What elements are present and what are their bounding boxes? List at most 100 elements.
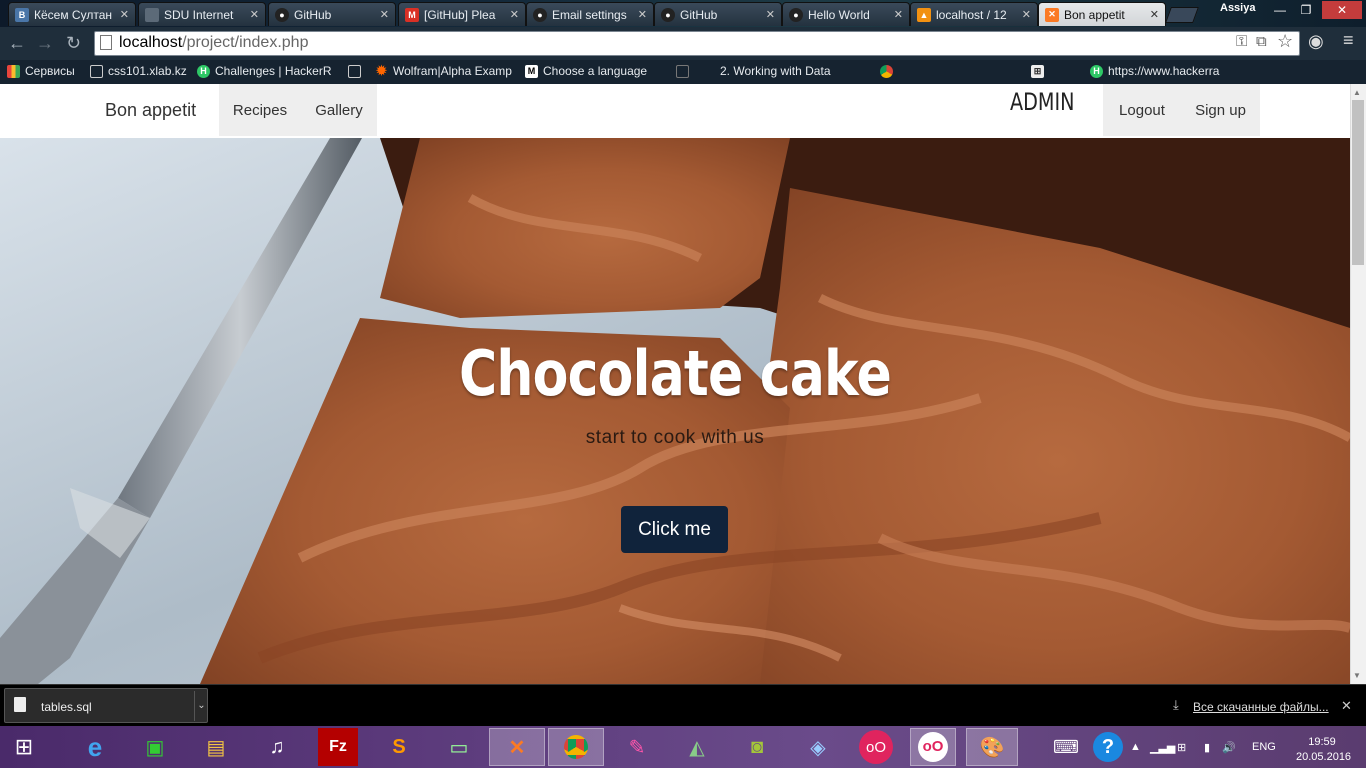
clock-time: 19:59 — [1308, 736, 1336, 748]
close-icon[interactable]: ✕ — [1150, 8, 1159, 21]
store-icon[interactable]: ▣ — [135, 728, 175, 766]
star-icon[interactable]: ☆ — [1277, 31, 1293, 52]
android-icon[interactable]: ◙ — [737, 728, 777, 766]
help-icon[interactable]: ? — [1088, 728, 1128, 766]
bookmark-grid[interactable]: ⊞ — [1031, 62, 1049, 80]
page-icon — [100, 35, 112, 50]
forward-icon[interactable]: → — [36, 33, 54, 54]
bookmark-hackerrank-2[interactable]: Hhttps://www.hackerra — [1090, 62, 1219, 80]
nav-logout[interactable]: Logout — [1103, 84, 1181, 136]
tab-hello-world[interactable]: ● Hello World ✕ — [782, 2, 910, 26]
hero-title: Chocolate cake — [459, 337, 892, 410]
volume-icon[interactable]: 🔊 — [1222, 741, 1236, 754]
bookmark-hackerrank[interactable]: H Challenges | HackerR — [197, 62, 332, 80]
extension-icon[interactable]: ◉ — [1308, 31, 1324, 52]
start-icon[interactable]: ⊞ — [4, 728, 44, 766]
tray-expand-icon[interactable]: ▲ — [1130, 741, 1141, 753]
terminal-icon[interactable]: ▭ — [439, 728, 479, 766]
close-icon[interactable]: ✕ — [894, 8, 903, 21]
nav-signup[interactable]: Sign up — [1181, 84, 1260, 136]
click-me-button[interactable]: Click me — [621, 506, 728, 553]
hackerrank-icon: H — [1090, 64, 1103, 78]
nav-gallery[interactable]: Gallery — [301, 84, 377, 136]
bookmark-wolfram[interactable]: ✹ Wolfram|Alpha Examp — [375, 62, 512, 80]
bookmark-page[interactable] — [348, 62, 366, 80]
origin-icon-2[interactable]: oO — [910, 728, 956, 766]
bookmark-label: 2. Working with Data — [720, 64, 831, 78]
github-icon: ● — [661, 7, 675, 22]
brand-link[interactable]: Bon appetit — [105, 84, 215, 136]
reload-icon[interactable]: ↻ — [66, 33, 81, 54]
close-icon[interactable]: ✕ — [638, 8, 647, 21]
paint-icon[interactable]: ✎ — [617, 728, 657, 766]
tab-bon-appetit[interactable]: ✕ Bon appetit ✕ — [1038, 2, 1166, 26]
sublime-icon[interactable]: S — [379, 728, 419, 766]
origin-icon[interactable]: oO — [859, 730, 893, 764]
bookmark-apps[interactable]: Сервисы — [7, 62, 75, 80]
xampp-icon[interactable]: ✕ — [489, 728, 545, 766]
close-icon[interactable]: ✕ — [510, 8, 519, 21]
restore-icon[interactable]: ❐ — [1296, 1, 1316, 19]
signal-icon: ▁▃▅ — [1150, 742, 1176, 754]
page-icon — [145, 7, 159, 22]
paint-palette-icon[interactable]: 🎨 — [966, 728, 1018, 766]
menu-icon[interactable]: ≡ — [1343, 30, 1354, 51]
chevron-down-icon[interactable]: ⌄ — [194, 691, 208, 721]
close-icon[interactable]: ✕ — [250, 8, 259, 21]
virtualbox-icon[interactable]: ◈ — [798, 728, 838, 766]
scroll-down-icon[interactable]: ▼ — [1353, 671, 1361, 680]
tab-github-2[interactable]: ● GitHub ✕ — [654, 2, 782, 26]
tab-label: GitHub — [680, 7, 718, 22]
clock[interactable]: 19:59 20.05.2016 — [1296, 735, 1351, 765]
language-indicator[interactable]: ENG — [1252, 741, 1276, 753]
tab-phpmyadmin[interactable]: ▲ localhost / 12 ✕ — [910, 2, 1038, 26]
windows-flag-icon[interactable]: ⊞ — [1177, 741, 1186, 754]
bookmark-label: Сервисы — [25, 64, 75, 78]
hackerrank-icon: H — [197, 64, 210, 78]
page-icon — [348, 64, 361, 78]
tab-sdu[interactable]: SDU Internet ✕ — [138, 2, 266, 26]
hero-image — [0, 138, 1350, 684]
github-icon: ● — [789, 7, 803, 22]
url-host: localhost — [119, 34, 183, 51]
scroll-up-icon[interactable]: ▲ — [1353, 88, 1361, 97]
minimize-icon[interactable]: — — [1270, 1, 1290, 19]
address-bar[interactable]: localhost/project/index.php — [94, 31, 1300, 56]
wolfram-icon: ✹ — [376, 63, 387, 78]
github-icon: ● — [533, 7, 547, 22]
back-icon[interactable]: ← — [8, 33, 26, 54]
new-tab-button[interactable] — [1165, 7, 1199, 23]
show-all-downloads-link[interactable]: Все скачанные файлы... — [1193, 700, 1329, 714]
tab-github[interactable]: ● GitHub ✕ — [268, 2, 396, 26]
window-close-icon[interactable]: ✕ — [1322, 1, 1362, 19]
bookmark-codecademy[interactable]: M Choose a language — [525, 62, 647, 80]
tab-gmail[interactable]: M [GitHub] Plea ✕ — [398, 2, 526, 26]
battery-icon[interactable]: ▮ — [1204, 741, 1210, 754]
origin-logo: oO — [918, 732, 948, 762]
ie-icon[interactable]: e — [75, 728, 115, 766]
bookmark-working-with-data[interactable]: 2. Working with Data — [676, 62, 831, 80]
bookmark-css101[interactable]: css101.xlab.kz — [90, 62, 187, 80]
close-icon[interactable]: ✕ — [380, 8, 389, 21]
tab-strip: B Кёсем Султан ✕ SDU Internet ✕ ● GitHub ✕ … — [0, 0, 1366, 27]
bookmark-chrome[interactable] — [880, 62, 898, 80]
scrollbar-thumb[interactable] — [1352, 100, 1364, 265]
filezilla-icon[interactable]: Fz — [318, 728, 358, 766]
key-icon[interactable]: ⚿ — [1236, 33, 1247, 50]
nav-recipes[interactable]: Recipes — [219, 84, 301, 136]
itunes-icon[interactable]: ♫ — [257, 728, 297, 766]
android-studio-icon[interactable]: ◭ — [677, 728, 717, 766]
chrome-icon[interactable] — [548, 728, 604, 766]
grid-icon: ⊞ — [1031, 64, 1044, 78]
profile-name[interactable]: Assiya — [1220, 2, 1255, 14]
translate-icon[interactable]: ⧉ — [1256, 33, 1267, 50]
tab-vk[interactable]: B Кёсем Султан ✕ — [8, 2, 136, 26]
close-icon[interactable]: ✕ — [120, 8, 129, 21]
tab-email-settings[interactable]: ● Email settings ✕ — [526, 2, 654, 26]
explorer-icon[interactable]: ▤ — [196, 728, 236, 766]
close-icon[interactable]: ✕ — [766, 8, 775, 21]
close-icon[interactable]: ✕ — [1341, 698, 1352, 714]
close-icon[interactable]: ✕ — [1022, 8, 1031, 21]
download-item[interactable] — [4, 688, 208, 723]
keyboard-icon[interactable]: ⌨ — [1046, 728, 1086, 766]
